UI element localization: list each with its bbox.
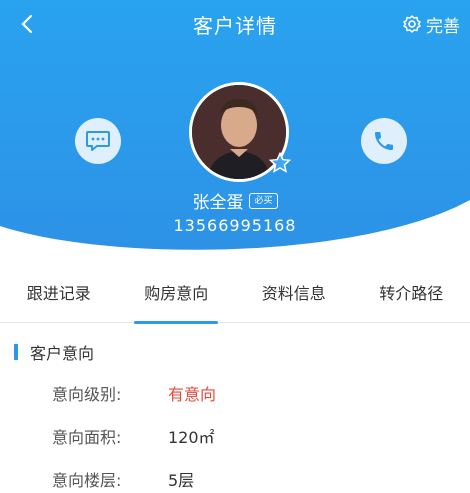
status-badge: 必买 [249,192,278,209]
section-title: 客户意向 [30,344,95,363]
gear-icon [403,15,421,33]
tab-purchase-intent[interactable]: 购房意向 [118,272,236,322]
profile-header: 客户详情 完善 张全蛋 必买 13566995168 [0,0,470,260]
customer-name-row: 张全蛋 必买 [0,188,470,213]
complete-profile-label: 完善 [426,16,460,37]
chat-bubble-icon [86,131,110,151]
customer-phone[interactable]: 13566995168 [0,216,470,235]
chevron-left-icon [21,14,33,34]
intent-area-label: 意向面积: [52,428,122,447]
call-button[interactable] [361,118,407,164]
top-bar: 客户详情 完善 [0,0,470,48]
customer-avatar[interactable] [189,82,291,182]
section-accent-bar [14,344,18,360]
intent-level-label: 意向级别: [52,385,122,404]
intent-area-row: 意向面积: 120㎡ [52,424,215,448]
intent-floor-label: 意向楼层: [52,471,122,490]
page-title: 客户详情 [193,14,277,38]
tab-follow-up[interactable]: 跟进记录 [0,272,118,322]
intent-area-value: 120㎡ [168,428,215,447]
customer-name: 张全蛋 [192,193,244,213]
section-header: 客户意向 [14,340,94,364]
phone-icon [375,132,393,150]
tab-bar: 跟进记录 购房意向 资料信息 转介路径 [0,272,470,323]
star-icon [269,152,291,173]
back-button[interactable] [14,10,42,38]
complete-profile-button[interactable]: 完善 [402,11,460,37]
tab-referral-path[interactable]: 转介路径 [353,272,470,322]
message-button[interactable] [75,118,121,164]
intent-floor-row: 意向楼层: 5层 [52,467,194,491]
intent-level-value: 有意向 [168,385,217,404]
tab-profile-info[interactable]: 资料信息 [235,272,353,322]
intent-floor-value: 5层 [168,471,195,490]
intent-level-row: 意向级别: 有意向 [52,381,216,405]
